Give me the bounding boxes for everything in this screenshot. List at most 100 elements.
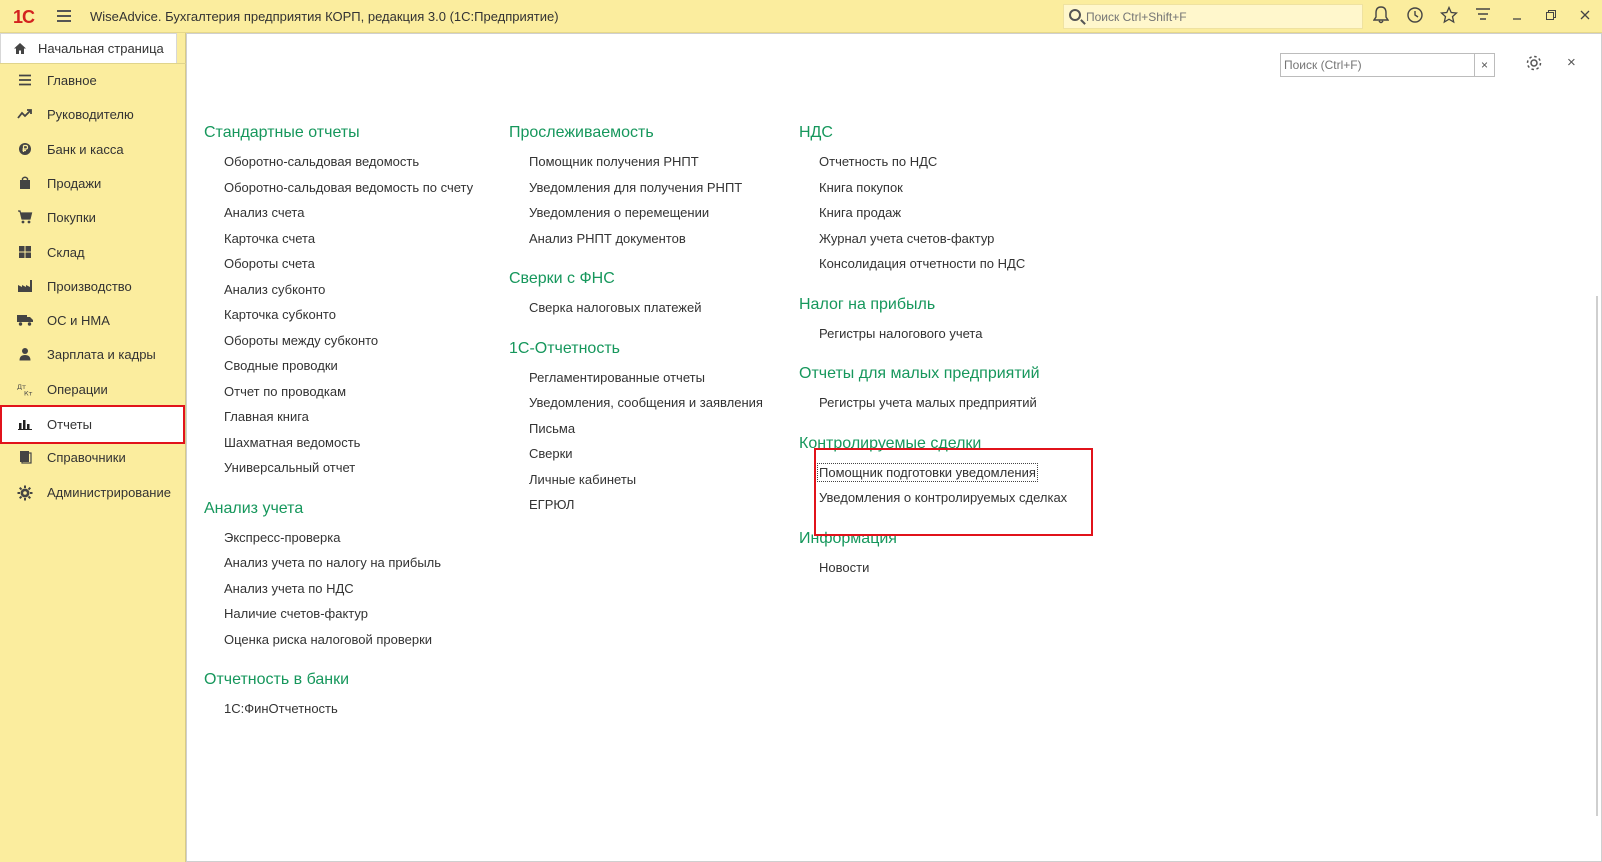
report-link[interactable]: Карточка субконто <box>224 307 336 322</box>
report-link[interactable]: Оценка риска налоговой проверки <box>224 632 432 647</box>
sidebar-item-11[interactable]: Отчеты <box>0 405 185 444</box>
report-link[interactable]: Отчет по проводкам <box>224 384 346 399</box>
section-title: Отчеты для малых предприятий <box>799 365 1040 382</box>
report-link[interactable]: Книга покупок <box>819 180 903 195</box>
section-title: Анализ учета <box>204 499 304 517</box>
clear-search-button[interactable]: × <box>1474 54 1494 76</box>
report-link[interactable]: Универсальный отчет <box>224 460 355 475</box>
sidebar-item-5[interactable]: Покупки <box>0 201 186 236</box>
sidebar-item-label: Склад <box>47 244 85 260</box>
bell-icon[interactable] <box>1370 6 1392 28</box>
report-link[interactable]: Уведомления для получения РНПТ <box>529 180 742 195</box>
sidebar-item-label: Банк и касса <box>47 141 124 157</box>
sidebar-item-label: Операции <box>47 381 108 397</box>
settings-lines-icon[interactable] <box>1472 6 1494 28</box>
sidebar-item-3[interactable]: Банк и касса <box>0 133 186 168</box>
app-logo: 1С <box>13 7 35 27</box>
sidebar-item-2[interactable]: Руководителю <box>0 98 186 133</box>
sidebar-item-label: Продажи <box>47 175 102 191</box>
report-link[interactable]: Анализ субконто <box>224 282 325 297</box>
close-panel-button[interactable]: × <box>1567 54 1576 71</box>
report-link[interactable]: Отчетность по НДС <box>819 154 937 169</box>
sidebar-item-12[interactable]: Справочники <box>0 441 186 476</box>
report-link[interactable]: Письма <box>529 421 575 436</box>
report-link[interactable]: Карточка счета <box>224 231 315 246</box>
window-title: WiseAdvice. Бухгалтерия предприятия КОРП… <box>90 9 559 24</box>
report-link[interactable]: Экспресс-проверка <box>224 530 340 545</box>
sidebar-item-label: Справочники <box>47 450 126 466</box>
report-link[interactable]: Обороты между субконто <box>224 333 378 348</box>
sidebar-item-6[interactable]: Склад <box>0 236 186 271</box>
report-link[interactable]: Уведомления о перемещении <box>529 205 709 220</box>
sidebar-item-label: Зарплата и кадры <box>47 347 156 363</box>
report-link[interactable]: Книга продаж <box>819 205 901 220</box>
report-link[interactable]: Анализ РНПТ документов <box>529 231 686 246</box>
global-search-input[interactable] <box>1086 7 1356 26</box>
report-link[interactable]: Сверки <box>529 446 573 461</box>
coin-icon <box>16 142 34 158</box>
global-search-box[interactable] <box>1063 4 1363 29</box>
trend-chart-icon <box>16 107 34 123</box>
section-title: Сверки с ФНС <box>509 270 615 287</box>
report-link[interactable]: Новости <box>819 560 869 575</box>
star-icon[interactable] <box>1438 5 1460 28</box>
history-icon[interactable] <box>1404 6 1426 28</box>
sidebar-item-10[interactable]: Дт Кт Операции <box>0 373 186 408</box>
report-link[interactable]: Оборотно-сальдовая ведомость <box>224 154 419 169</box>
section-title: НДС <box>799 124 833 141</box>
sidebar-item-7[interactable]: Производство <box>0 270 186 305</box>
report-link[interactable]: Главная книга <box>224 409 309 424</box>
report-link[interactable]: Уведомления, сообщения и заявления <box>529 395 763 410</box>
sidebar-item-4[interactable]: Продажи <box>0 167 186 202</box>
shopping-bag-icon <box>16 176 34 192</box>
dt-kt-icon: Дт Кт <box>16 382 34 398</box>
home-page-label: Начальная страница <box>38 41 164 56</box>
truck-icon <box>16 313 34 329</box>
report-link[interactable]: Сводные проводки <box>224 358 338 373</box>
svg-text:Кт: Кт <box>24 389 33 396</box>
report-link[interactable]: Регистры налогового учета <box>819 326 982 341</box>
report-link[interactable]: Анализ счета <box>224 205 304 220</box>
report-link[interactable]: Наличие счетов-фактур <box>224 606 368 621</box>
panel-search[interactable]: × <box>1280 53 1495 77</box>
report-link[interactable]: Регистры учета малых предприятий <box>819 395 1037 410</box>
sidebar-item-9[interactable]: Зарплата и кадры <box>0 338 186 373</box>
bar-chart-icon <box>16 417 34 433</box>
report-link[interactable]: Регламентированные отчеты <box>529 370 705 385</box>
sidebar: Начальная страница Главное Руководителю Ба… <box>0 33 186 862</box>
gear-icon[interactable] <box>1525 54 1543 77</box>
search-icon <box>1069 9 1081 21</box>
report-link[interactable]: Консолидация отчетности по НДС <box>819 256 1025 271</box>
report-link[interactable]: Обороты счета <box>224 256 315 271</box>
report-link[interactable]: Журнал учета счетов-фактур <box>819 231 994 246</box>
section-title: Налог на прибыль <box>799 295 936 313</box>
report-link[interactable]: Оборотно-сальдовая ведомость по счету <box>224 180 473 195</box>
cart-icon <box>16 210 34 226</box>
sidebar-item-1[interactable]: Главное <box>0 64 186 99</box>
report-link[interactable]: Помощник получения РНПТ <box>529 154 699 169</box>
minimize-icon[interactable] <box>1506 6 1528 28</box>
sidebar-item-13[interactable]: Администрирование <box>0 476 186 511</box>
home-page-tab[interactable]: Начальная страница <box>0 33 177 63</box>
sidebar-item-label: Отчеты <box>47 417 92 432</box>
menu-lines-icon <box>16 73 34 89</box>
report-link[interactable]: Шахматная ведомость <box>224 435 360 450</box>
scrollbar-thumb[interactable] <box>1596 296 1598 816</box>
main-menu-icon[interactable] <box>57 10 71 22</box>
close-window-icon[interactable] <box>1574 6 1596 28</box>
report-link[interactable]: Анализ учета по НДС <box>224 581 354 596</box>
gear-icon <box>16 485 34 501</box>
report-link[interactable]: ЕГРЮЛ <box>529 497 574 512</box>
panel-search-input[interactable] <box>1281 54 1476 76</box>
report-link[interactable]: 1С:ФинОтчетность <box>224 701 338 716</box>
sidebar-item-label: Производство <box>47 278 132 294</box>
restore-icon[interactable] <box>1540 6 1562 28</box>
report-link[interactable]: Личные кабинеты <box>529 472 636 487</box>
report-link[interactable]: Анализ учета по налогу на прибыль <box>224 555 441 570</box>
warehouse-grid-icon <box>16 245 34 261</box>
home-icon <box>13 42 27 58</box>
report-link[interactable]: Сверка налоговых платежей <box>529 300 702 315</box>
sidebar-item-8[interactable]: ОС и НМА <box>0 304 186 339</box>
sidebar-item-label: Руководителю <box>47 107 134 123</box>
section-title: Отчетность в банки <box>204 671 350 688</box>
